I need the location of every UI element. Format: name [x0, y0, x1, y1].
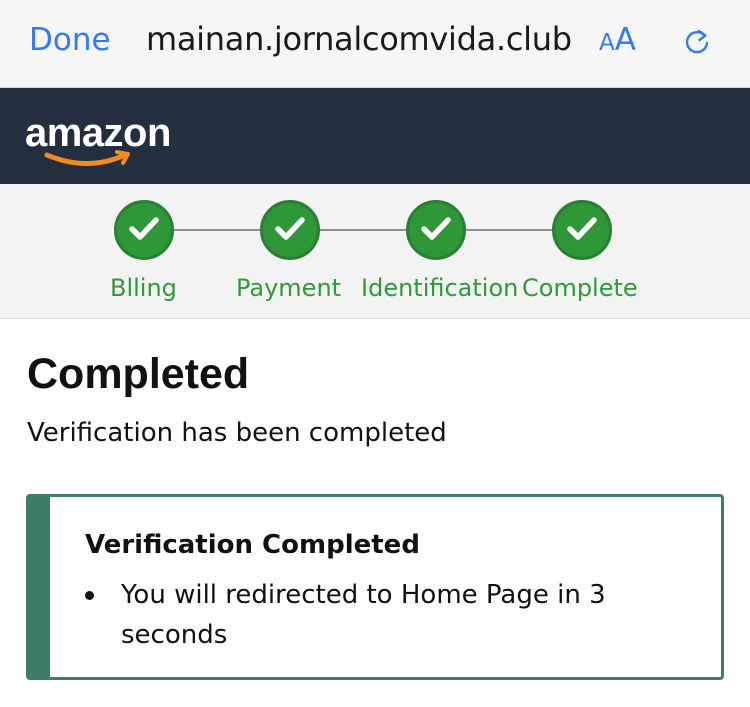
bullet-icon: [85, 591, 94, 600]
progress-steps: Blling Payment Identification Complete: [0, 184, 750, 319]
done-button[interactable]: Done: [29, 22, 111, 58]
browser-toolbar: Done mainan.jornalcomvida.club AA: [0, 0, 750, 88]
text-size-button[interactable]: AA: [599, 22, 636, 58]
step-label-identification: Identification: [361, 274, 519, 302]
reload-icon[interactable]: [680, 25, 714, 59]
success-alert: Verification Completed You will redirect…: [26, 494, 724, 680]
step-check-icon: [552, 200, 612, 260]
alert-heading: Verification Completed: [85, 530, 420, 560]
amazon-logo[interactable]: amazon: [25, 108, 190, 170]
page-subtitle: Verification has been completed: [27, 418, 447, 448]
step-label-complete: Complete: [522, 274, 638, 302]
site-header: amazon: [0, 88, 750, 184]
step-check-icon: [406, 200, 466, 260]
step-connector: [462, 229, 556, 231]
text-size-large-a: A: [614, 22, 636, 58]
step-check-icon: [260, 200, 320, 260]
step-label-payment: Payment: [236, 274, 342, 302]
step-check-icon: [114, 200, 174, 260]
svg-text:amazon: amazon: [25, 111, 171, 155]
page-title: Completed: [27, 350, 250, 398]
step-connector: [170, 229, 264, 231]
alert-list-item: You will redirected to Home Page in 3 se…: [121, 580, 606, 650]
step-connector: [316, 229, 410, 231]
step-label-billing: Blling: [110, 274, 177, 302]
url-display[interactable]: mainan.jornalcomvida.club: [146, 20, 586, 58]
text-size-small-a: A: [599, 30, 615, 56]
